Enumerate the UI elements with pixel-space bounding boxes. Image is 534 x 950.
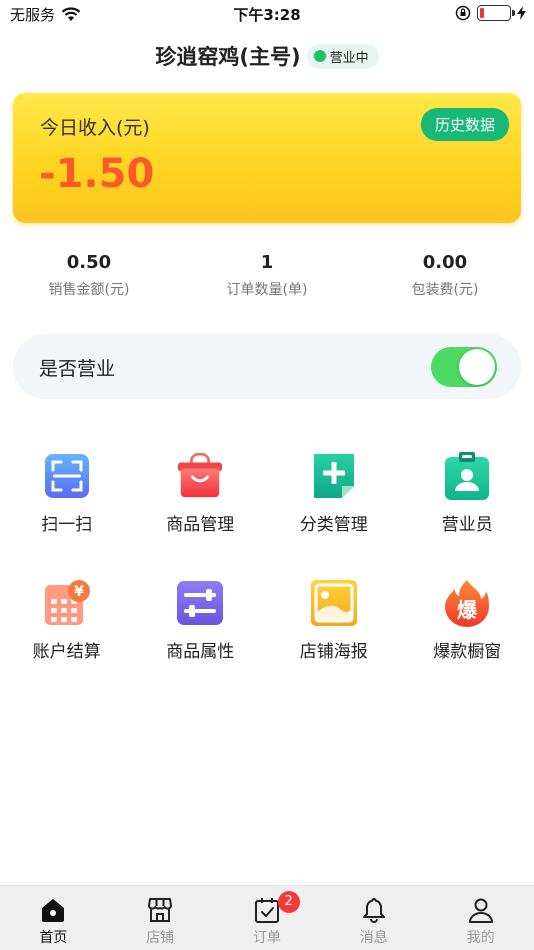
tab-store[interactable]: 店铺 (107, 886, 214, 950)
bell-icon (362, 898, 385, 923)
business-toggle-row: 是否营业 (13, 334, 521, 399)
menu-item-label: 商品管理 (166, 515, 235, 535)
stat-value: 0.00 (422, 252, 468, 273)
tab-messages[interactable]: 消息 (320, 886, 427, 950)
shopping-bag-icon (176, 452, 224, 500)
income-value: -1.50 (39, 151, 155, 197)
tab-home[interactable]: 首页 (0, 886, 107, 950)
charging-bolt-icon (517, 6, 526, 20)
open-status-dot-icon (313, 50, 326, 62)
user-icon (468, 898, 493, 923)
menu-item-product-attributes[interactable]: 商品属性 (134, 579, 268, 662)
business-toggle-label: 是否营业 (39, 358, 116, 380)
orders-badge: 2 (277, 891, 300, 913)
menu-item-account-settlement[interactable]: ¥ 账户结算 (0, 579, 134, 662)
stat-label: 销售金额(元) (48, 282, 130, 298)
bottom-tab-bar: 首页 店铺 2 订单 消息 我的 (0, 885, 534, 950)
store-icon (148, 898, 173, 922)
menu-item-scan[interactable]: 扫一扫 (0, 452, 134, 535)
income-card: 今日收入(元) 历史数据 -1.50 (13, 93, 521, 223)
menu-item-label: 分类管理 (299, 515, 368, 535)
scan-icon (43, 452, 91, 500)
sliders-icon (176, 579, 224, 627)
income-label: 今日收入(元) (40, 117, 150, 139)
stat-label: 包装费(元) (411, 282, 479, 298)
tab-label: 首页 (39, 930, 68, 946)
staff-badge-icon (443, 452, 491, 500)
stat-sales-amount: 0.50 销售金额(元) (0, 252, 178, 299)
business-toggle-switch[interactable] (431, 347, 497, 387)
menu-item-product-management[interactable]: 商品管理 (134, 452, 268, 535)
wifi-icon (61, 7, 81, 21)
svg-text:¥: ¥ (74, 584, 84, 600)
toggle-knob (459, 349, 495, 385)
menu-item-label: 爆款橱窗 (433, 642, 502, 662)
history-data-button[interactable]: 历史数据 (420, 108, 509, 141)
menu-item-label: 扫一扫 (41, 515, 93, 535)
carrier-text: 无服务 (10, 6, 56, 24)
calculator-yen-icon: ¥ (43, 579, 91, 627)
status-bar: 无服务 下午3:28 (0, 0, 534, 28)
menu-item-store-poster[interactable]: 店铺海报 (267, 579, 401, 662)
tab-profile[interactable]: 我的 (427, 886, 534, 950)
tab-orders[interactable]: 2 订单 (214, 886, 321, 950)
home-icon (42, 899, 65, 922)
menu-item-category-management[interactable]: 分类管理 (267, 452, 401, 535)
stat-packaging-fee: 0.00 包装费(元) (356, 252, 534, 299)
stats-row: 0.50 销售金额(元) 1 订单数量(单) 0.00 包装费(元) (0, 252, 534, 299)
orders-icon (254, 898, 279, 923)
battery-level (480, 8, 485, 18)
status-badge-label: 营业中 (329, 50, 369, 66)
menu-item-hot-showcase[interactable]: 爆 爆款橱窗 (401, 579, 534, 662)
stat-order-count: 1 订单数量(单) (178, 252, 356, 299)
menu-item-label: 商品属性 (166, 642, 235, 662)
page-header: 珍逍窑鸡(主号) 营业中 (0, 38, 534, 74)
stat-value: 0.50 (66, 252, 112, 273)
tab-label: 店铺 (146, 930, 175, 946)
stat-label: 订单数量(单) (226, 282, 308, 298)
shop-name[interactable]: 珍逍窑鸡(主号) (155, 41, 300, 71)
poster-image-icon (310, 579, 358, 627)
status-left: 无服务 (10, 4, 81, 25)
hot-flame-icon: 爆 (443, 579, 491, 627)
battery-icon (477, 5, 515, 21)
feature-grid: 扫一扫 商品管理 分类管理 营业员 ¥ 账户结算 商品属性 店铺海报 爆 爆款橱… (0, 452, 534, 662)
stat-value: 1 (260, 252, 274, 273)
add-category-icon (310, 452, 358, 500)
hot-glyph: 爆 (457, 598, 478, 622)
menu-item-label: 账户结算 (32, 642, 101, 662)
tab-label: 我的 (466, 930, 495, 946)
status-right (455, 5, 526, 21)
orientation-lock-icon (455, 5, 471, 21)
status-badge: 营业中 (306, 43, 379, 69)
menu-item-label: 店铺海报 (299, 642, 368, 662)
tab-label: 消息 (359, 930, 388, 946)
tab-label: 订单 (252, 930, 281, 946)
menu-item-staff[interactable]: 营业员 (401, 452, 534, 535)
menu-item-label: 营业员 (441, 515, 493, 535)
